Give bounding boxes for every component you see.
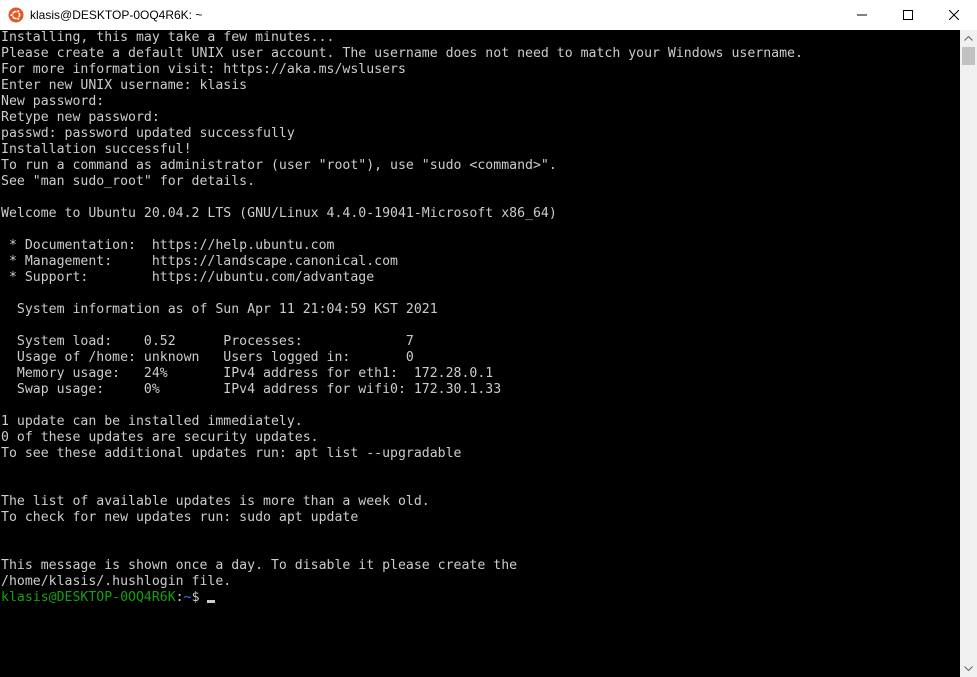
terminal-line: Installation successful!	[1, 142, 192, 157]
close-icon	[949, 10, 959, 20]
terminal-line: To check for new updates run: sudo apt u…	[1, 510, 359, 525]
prompt-user-host: klasis@DESKTOP-0OQ4R6K	[1, 590, 176, 605]
terminal-line: Welcome to Ubuntu 20.04.2 LTS (GNU/Linux…	[1, 206, 557, 221]
terminal-window: klasis@DESKTOP-0OQ4R6K: ~ Installing, th…	[0, 0, 977, 677]
prompt-separator: :	[175, 590, 184, 605]
ubuntu-logo-icon[interactable]	[8, 7, 24, 23]
minimize-button[interactable]	[839, 0, 885, 30]
vertical-scrollbar[interactable]	[960, 30, 977, 677]
terminal-line: Swap usage: 0% IPv4 address for wifi0: 1…	[1, 382, 502, 397]
terminal-line: Installing, this may take a few minutes.…	[1, 30, 335, 45]
prompt-line[interactable]: klasis@DESKTOP-0OQ4R6K:~$	[1, 590, 803, 606]
terminal-line: This message is shown once a day. To dis…	[1, 558, 518, 573]
terminal-line: See "man sudo_root" for details.	[1, 174, 256, 189]
text-cursor	[207, 600, 216, 603]
terminal-line: The list of available updates is more th…	[1, 494, 430, 509]
terminal-line: /home/klasis/.hushlogin file.	[1, 574, 232, 589]
terminal-line: * Management: https://landscape.canonica…	[1, 254, 398, 269]
close-button[interactable]	[931, 0, 977, 30]
terminal-line: System load: 0.52 Processes: 7	[1, 334, 414, 349]
chevron-down-icon	[964, 666, 973, 671]
chevron-up-icon	[964, 36, 973, 41]
maximize-button[interactable]	[885, 0, 931, 30]
terminal-line: 0 of these updates are security updates.	[1, 430, 319, 445]
terminal-line: Retype new password:	[1, 110, 160, 125]
prompt-path: ~	[183, 590, 192, 605]
terminal-line: To run a command as administrator (user …	[1, 158, 557, 173]
terminal-line: System information as of Sun Apr 11 21:0…	[1, 302, 438, 317]
scroll-down-button[interactable]	[960, 660, 977, 677]
terminal-line: For more information visit: https://aka.…	[1, 62, 406, 77]
terminal-line: * Documentation: https://help.ubuntu.com	[1, 238, 335, 253]
terminal-output[interactable]: Installing, this may take a few minutes.…	[0, 30, 960, 677]
scroll-thumb[interactable]	[962, 47, 975, 65]
terminal-line: 1 update can be installed immediately.	[1, 414, 303, 429]
terminal-line: New password:	[1, 94, 105, 109]
terminal-line: Usage of /home: unknown Users logged in:…	[1, 350, 414, 365]
terminal-line: * Support: https://ubuntu.com/advantage	[1, 270, 375, 285]
terminal-line: Enter new UNIX username: klasis	[1, 78, 248, 93]
terminal-line: Memory usage: 24% IPv4 address for eth1:…	[1, 366, 494, 381]
title-bar[interactable]: klasis@DESKTOP-0OQ4R6K: ~	[0, 0, 977, 30]
terminal-text: Installing, this may take a few minutes.…	[1, 30, 803, 606]
terminal-line: passwd: password updated successfully	[1, 126, 295, 141]
minimize-icon	[857, 14, 867, 16]
window-title: klasis@DESKTOP-0OQ4R6K: ~	[30, 8, 203, 22]
scroll-up-button[interactable]	[960, 30, 977, 47]
terminal-line: To see these additional updates run: apt…	[1, 446, 462, 461]
terminal-line: Please create a default UNIX user accoun…	[1, 46, 803, 61]
prompt-symbol: $	[191, 590, 208, 605]
maximize-icon	[903, 10, 913, 20]
